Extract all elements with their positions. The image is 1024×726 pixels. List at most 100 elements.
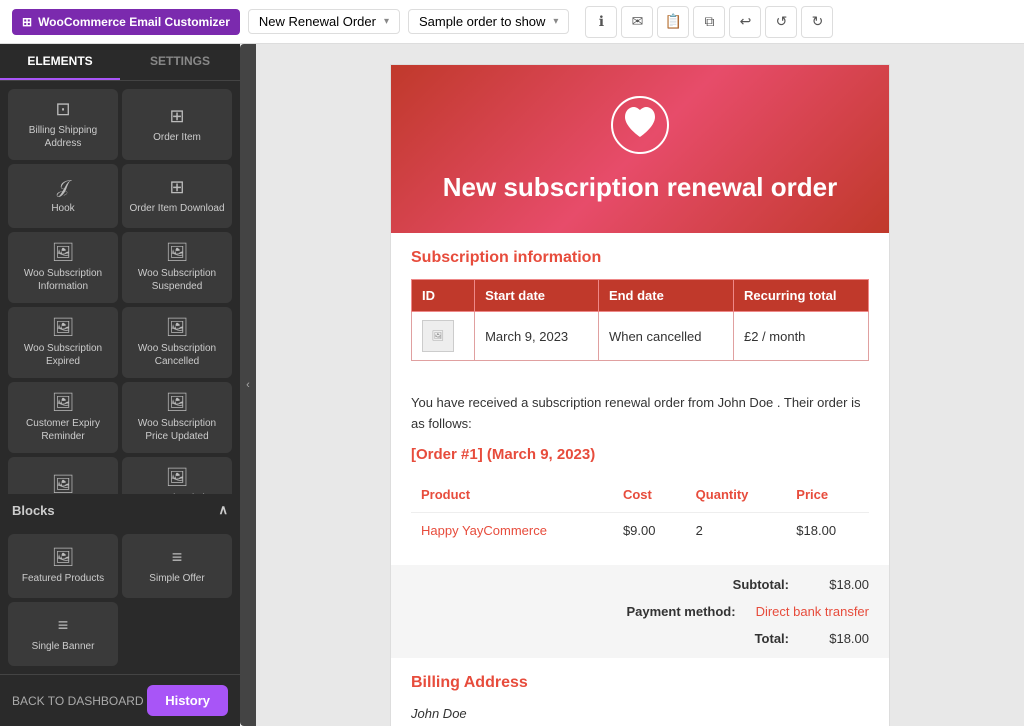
- back-to-dashboard-link[interactable]: BACK TO DASHBOARD: [12, 694, 144, 708]
- order-cost: $9.00: [613, 512, 686, 549]
- copy-icon-button[interactable]: ⧉: [693, 6, 725, 38]
- sub-start-cell: March 9, 2023: [475, 312, 599, 361]
- email-logo: [411, 95, 869, 162]
- sidebar-item-woo-subscription-cancelled[interactable]: 🖼 Woo Subscription Cancelled: [122, 307, 232, 378]
- order-col-price: Price: [786, 479, 869, 512]
- order-download-icon: ⊞: [169, 177, 184, 198]
- blocks-list: 🖼 Featured Products ≡ Simple Offer ≡ Sin…: [0, 526, 240, 674]
- sidebar-item-woo-subscription-suspended[interactable]: 🖼 Woo Subscription Suspended: [122, 232, 232, 303]
- sub-col-end: End date: [598, 280, 733, 312]
- sidebar-tabs: ELEMENTS SETTINGS: [0, 44, 240, 81]
- sidebar-item-woo-subscription-info[interactable]: 🖼 Woo Subscription Information: [8, 232, 118, 303]
- content-area: New subscription renewal order Subscript…: [256, 44, 1024, 726]
- redo-icon-button[interactable]: ↻: [801, 6, 833, 38]
- payment-method-row: Payment method: Direct bank transfer: [391, 598, 889, 625]
- woo-sub-cancelled-icon: 🖼: [166, 317, 189, 338]
- order-summary: Subtotal: $18.00 Payment method: Direct …: [391, 565, 889, 658]
- sidebar-item-order-item-download[interactable]: ⊞ Order Item Download: [122, 164, 232, 228]
- subtotal-row: Subtotal: $18.00: [391, 571, 889, 598]
- tab-elements[interactable]: ELEMENTS: [0, 44, 120, 80]
- order-title: [Order #1] (March 9, 2023): [411, 443, 869, 467]
- order-col-quantity: Quantity: [686, 479, 787, 512]
- sidebar-item-simple-offer[interactable]: ≡ Simple Offer: [122, 534, 232, 598]
- email-header: New subscription renewal order: [391, 65, 889, 233]
- order-quantity: 2: [686, 512, 787, 549]
- sidebar-item-new-subscription-details[interactable]: 🖼 New Subscription Details: [122, 457, 232, 494]
- order-product-name: Happy YayCommerce: [411, 512, 613, 549]
- billing-name: John Doe: [411, 702, 869, 725]
- toolbar-icons: ℹ ✉ 📋 ⧉ ↩ ↺ ↻: [585, 6, 833, 38]
- brand-label: WooCommerce Email Customizer: [38, 15, 230, 29]
- billing-address: John Doe YayCommerce 7400 Edwards Rd Edw…: [411, 702, 869, 726]
- sub-col-start: Start date: [475, 280, 599, 312]
- order-type-dropdown[interactable]: New Renewal Order ▾: [248, 9, 400, 34]
- email-icon-button[interactable]: ✉: [621, 6, 653, 38]
- woo-price-updated-icon: 🖼: [166, 392, 189, 413]
- billing-address-section: Billing Address John Doe YayCommerce 740…: [391, 658, 889, 726]
- sub-col-id: ID: [412, 280, 475, 312]
- sub-id-cell: 🖼: [412, 312, 475, 361]
- undo-icon-button[interactable]: ↩: [729, 6, 761, 38]
- blocks-section-header: Blocks ∧: [0, 494, 240, 526]
- order-price: $18.00: [786, 512, 869, 549]
- new-sub-details-icon: 🖼: [166, 467, 189, 488]
- table-row: Happy YayCommerce $9.00 2 $18.00: [411, 512, 869, 549]
- sidebar: ELEMENTS SETTINGS ⊡ Billing Shipping Add…: [0, 44, 240, 726]
- sidebar-item-billing-shipping[interactable]: ⊡ Billing Shipping Address: [8, 89, 118, 160]
- history-button[interactable]: History: [147, 685, 228, 716]
- chevron-down-icon: ▾: [384, 16, 389, 27]
- woo-sub-info-icon: 🖼: [52, 242, 75, 263]
- sample-order-dropdown[interactable]: Sample order to show ▾: [408, 9, 569, 34]
- total-label: Total:: [629, 631, 789, 646]
- sidebar-footer: BACK TO DASHBOARD History: [0, 674, 240, 726]
- chevron-down-icon: ▾: [553, 16, 558, 27]
- simple-offer-icon: ≡: [172, 547, 183, 568]
- elements-list: ⊡ Billing Shipping Address ⊞ Order Item …: [0, 81, 240, 494]
- top-bar-controls: New Renewal Order ▾ Sample order to show…: [248, 9, 570, 34]
- blocks-collapse-icon[interactable]: ∧: [218, 502, 228, 518]
- payment-method-label: Payment method:: [576, 604, 736, 619]
- sidebar-item-woo-subscription-expired[interactable]: 🖼 Woo Subscription Expired: [8, 307, 118, 378]
- tab-settings[interactable]: SETTINGS: [120, 44, 240, 80]
- table-row: 🖼 March 9, 2023 When cancelled £2 / mont…: [412, 312, 869, 361]
- sidebar-item-single-banner[interactable]: ≡ Single Banner: [8, 602, 118, 666]
- hook-icon: 𝒥: [57, 177, 69, 198]
- order-table: Product Cost Quantity Price Happy YayCom…: [411, 479, 869, 550]
- woo-sub-suspended-icon: 🖼: [166, 242, 189, 263]
- subscription-info-section: Subscription information ID Start date E…: [391, 233, 889, 377]
- sidebar-item-featured-products[interactable]: 🖼 Featured Products: [8, 534, 118, 598]
- reset-icon-button[interactable]: ↺: [765, 6, 797, 38]
- sidebar-item-hook[interactable]: 𝒥 Hook: [8, 164, 118, 228]
- subtotal-value: $18.00: [809, 577, 869, 592]
- main-layout: ELEMENTS SETTINGS ⊡ Billing Shipping Add…: [0, 44, 1024, 726]
- email-body-text: You have received a subscription renewal…: [391, 377, 889, 565]
- customer-expiry-icon: 🖼: [52, 392, 75, 413]
- sidebar-collapse-toggle[interactable]: ‹: [240, 44, 256, 726]
- sub-recurring-cell: £2 / month: [733, 312, 868, 361]
- single-banner-icon: ≡: [58, 615, 69, 636]
- order-col-product: Product: [411, 479, 613, 512]
- order-col-cost: Cost: [613, 479, 686, 512]
- body-paragraph: You have received a subscription renewal…: [411, 393, 869, 435]
- trial-ending-icon: 🖼: [52, 474, 75, 495]
- sidebar-item-customer-expiry[interactable]: 🖼 Customer Expiry Reminder: [8, 382, 118, 453]
- sidebar-item-woo-sub-price-updated[interactable]: 🖼 Woo Subscription Price Updated: [122, 382, 232, 453]
- woo-sub-expired-icon: 🖼: [52, 317, 75, 338]
- top-bar: ⊞ WooCommerce Email Customizer New Renew…: [0, 0, 1024, 44]
- document-icon-button[interactable]: 📋: [657, 6, 689, 38]
- subscription-table: ID Start date End date Recurring total 🖼…: [411, 279, 869, 361]
- order-item-icon: ⊞: [169, 106, 184, 127]
- billing-shipping-icon: ⊡: [55, 99, 70, 120]
- subscription-info-title: Subscription information: [411, 249, 869, 267]
- sub-end-cell: When cancelled: [598, 312, 733, 361]
- subtotal-label: Subtotal:: [629, 577, 789, 592]
- sidebar-item-trial-ending[interactable]: 🖼 Trial Ending Reminder: [8, 457, 118, 494]
- featured-products-icon: 🖼: [52, 547, 75, 568]
- billing-title: Billing Address: [411, 674, 869, 692]
- total-row: Total: $18.00: [391, 625, 889, 652]
- sidebar-item-order-item[interactable]: ⊞ Order Item: [122, 89, 232, 160]
- info-icon-button[interactable]: ℹ: [585, 6, 617, 38]
- sub-col-recurring: Recurring total: [733, 280, 868, 312]
- payment-method-value: Direct bank transfer: [756, 604, 869, 619]
- email-header-title: New subscription renewal order: [411, 172, 869, 203]
